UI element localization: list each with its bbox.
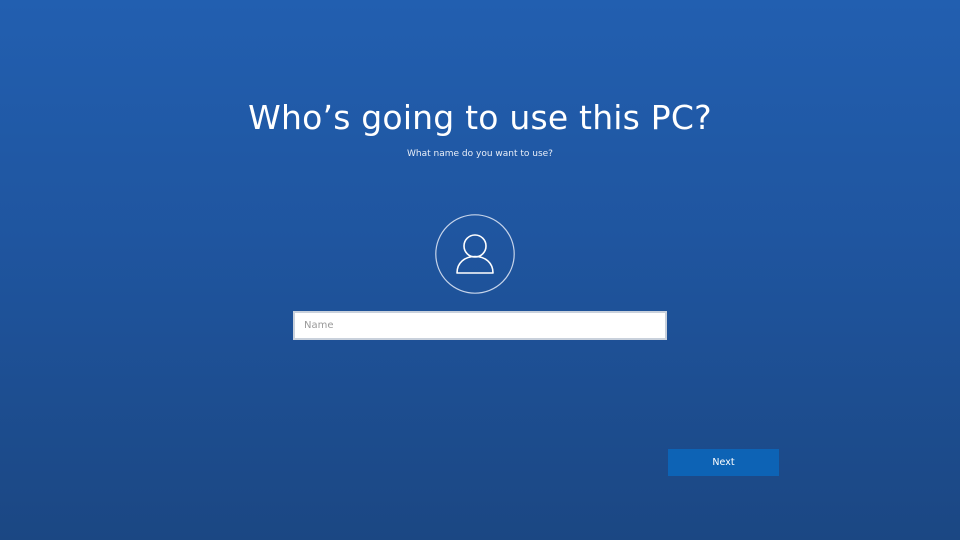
user-icon	[435, 214, 515, 294]
avatar	[435, 214, 515, 294]
next-button[interactable]: Next	[668, 449, 779, 476]
name-input[interactable]	[293, 311, 667, 340]
page-subtitle: What name do you want to use?	[407, 149, 553, 159]
oobe-screen: Who’s going to use this PC? What name do…	[0, 0, 960, 540]
page-title: Who’s going to use this PC?	[248, 98, 712, 137]
